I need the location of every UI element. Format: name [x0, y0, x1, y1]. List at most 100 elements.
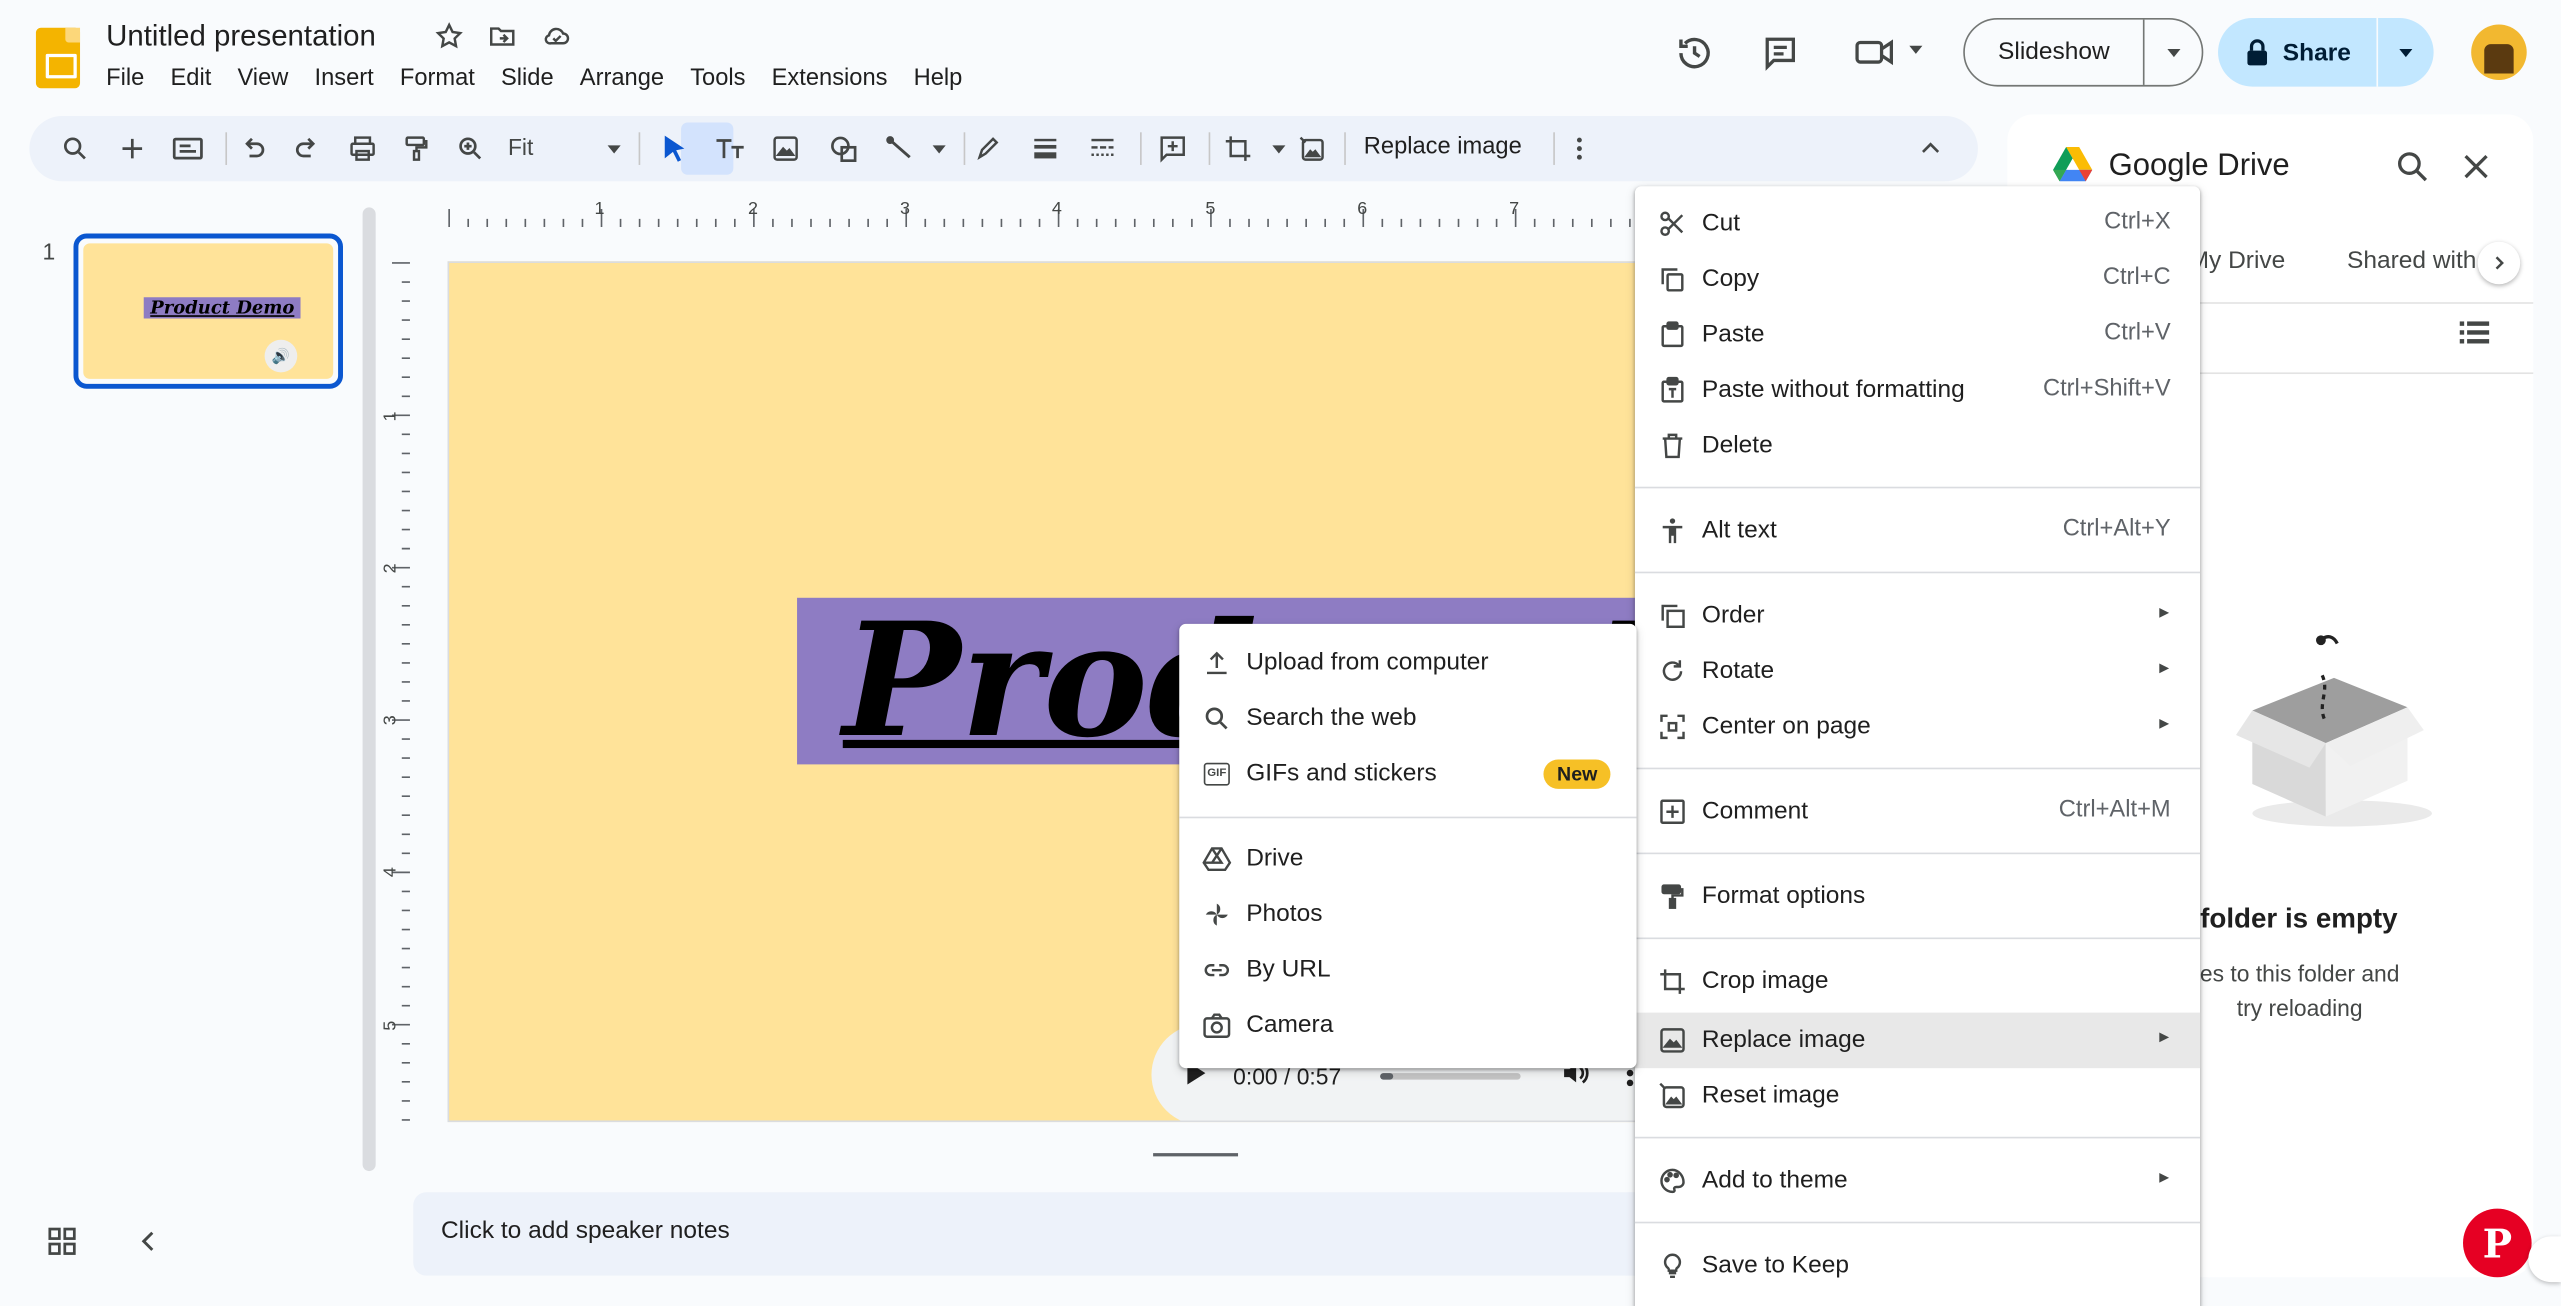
menu-item-copy[interactable]: Copy Ctrl+C	[1635, 252, 2200, 308]
menu-divider	[1634, 937, 2201, 940]
reset-image-icon[interactable]	[1292, 129, 1331, 168]
shape-icon[interactable]	[825, 129, 864, 168]
zoom-dropdown-icon[interactable]	[595, 129, 634, 168]
submenu-arrow-icon: ►	[2156, 1028, 2173, 1047]
upload-icon	[1202, 648, 1231, 677]
slideshow-button[interactable]: Slideshow	[1963, 17, 2204, 87]
redo-icon[interactable]	[287, 129, 326, 168]
undo-icon[interactable]	[234, 129, 273, 168]
slide-thumbnail[interactable]: Product Demo 🔊	[73, 233, 343, 389]
menu-view[interactable]: View	[237, 65, 288, 91]
notes-resize-handle[interactable]	[1153, 1153, 1239, 1157]
menu-item-comment[interactable]: Comment Ctrl+Alt+M	[1635, 784, 2200, 840]
tab-shared-with-me[interactable]: Shared with me	[2347, 247, 2481, 275]
menu-item-paste[interactable]: Paste Ctrl+V	[1635, 307, 2200, 363]
border-dash-icon[interactable]	[1083, 129, 1122, 168]
submenu-item-upload[interactable]: Upload from computer	[1179, 635, 1636, 691]
menu-item-paste-without-formatting[interactable]: Paste without formatting Ctrl+Shift+V	[1635, 363, 2200, 419]
grid-view-icon[interactable]	[46, 1225, 79, 1266]
menu-item-crop-image[interactable]: Crop image	[1635, 954, 2200, 1010]
replace-image-button[interactable]: Replace image	[1364, 134, 1522, 160]
text-box-icon[interactable]	[710, 129, 749, 168]
insert-image-icon[interactable]	[766, 129, 805, 168]
menu-file[interactable]: File	[106, 65, 144, 91]
search-icon[interactable]	[2394, 149, 2430, 193]
menu-item-format-options[interactable]: Format options	[1635, 869, 2200, 925]
meet-camera-icon[interactable]	[1854, 33, 1896, 72]
share-button[interactable]: Share	[2218, 17, 2434, 87]
search-menus-icon[interactable]	[56, 129, 95, 168]
comments-icon[interactable]	[1761, 33, 1800, 72]
submenu-item-label: Upload from computer	[1246, 648, 1489, 677]
submenu-item-camera[interactable]: Camera	[1179, 998, 1636, 1054]
meet-dropdown-icon[interactable]	[1906, 39, 1926, 59]
paint-format-icon[interactable]	[397, 129, 436, 168]
menu-item-reset-image[interactable]: Reset image	[1635, 1068, 2200, 1124]
tab-my-drive[interactable]: My Drive	[2189, 247, 2286, 275]
add-comment-icon[interactable]	[1153, 129, 1192, 168]
ruler-label: 2	[748, 199, 759, 219]
gif-icon: GIF	[1202, 759, 1231, 788]
select-cursor-icon[interactable]	[655, 129, 694, 168]
menu-item-add-to-theme[interactable]: Add to theme ►	[1635, 1153, 2200, 1209]
slides-logo[interactable]	[35, 27, 81, 89]
star-icon[interactable]	[434, 21, 463, 50]
menu-item-save-to-keep[interactable]: Save to Keep	[1635, 1238, 2200, 1294]
version-history-icon[interactable]	[1674, 33, 1715, 74]
share-dropdown-icon[interactable]	[2378, 42, 2434, 62]
hide-menus-chevron-icon[interactable]	[1911, 129, 1950, 168]
submenu-item-gifs-stickers[interactable]: GIF GIFs and stickers New	[1179, 746, 1636, 802]
speaker-notes[interactable]: Click to add speaker notes	[413, 1192, 1655, 1276]
share-label-wrap[interactable]: Share	[2218, 17, 2379, 87]
border-color-icon[interactable]	[969, 129, 1008, 168]
menu-slide[interactable]: Slide	[501, 65, 554, 91]
menu-item-alt-text[interactable]: Alt text Ctrl+Alt+Y	[1635, 503, 2200, 559]
menu-tools[interactable]: Tools	[690, 65, 745, 91]
account-avatar[interactable]	[2471, 24, 2527, 81]
ruler-label: 4	[1051, 199, 1062, 219]
line-dropdown-icon[interactable]	[920, 129, 959, 168]
menu-item-order[interactable]: Order ►	[1635, 588, 2200, 644]
document-title[interactable]: Untitled presentation	[106, 20, 376, 54]
crop-icon	[1658, 967, 1687, 996]
chevron-right-icon[interactable]	[2477, 241, 2521, 285]
filmstrip-scrollbar[interactable]	[362, 207, 376, 1172]
new-slide-icon[interactable]	[113, 129, 152, 168]
menu-edit[interactable]: Edit	[170, 65, 211, 91]
cloud-saved-icon[interactable]	[541, 21, 574, 50]
submenu-item-photos[interactable]: Photos	[1179, 887, 1636, 943]
layout-icon[interactable]	[168, 129, 207, 168]
print-icon[interactable]	[343, 129, 382, 168]
collapse-filmstrip-icon[interactable]	[134, 1225, 163, 1266]
menu-item-replace-image[interactable]: Replace image ►	[1634, 1012, 2201, 1069]
menu-item-cut[interactable]: Cut Ctrl+X	[1635, 196, 2200, 252]
audio-progress-bar[interactable]	[1380, 1073, 1521, 1080]
menu-item-delete[interactable]: Delete	[1635, 418, 2200, 474]
zoom-select[interactable]: Fit	[508, 134, 533, 160]
slideshow-dropdown-icon[interactable]	[2145, 42, 2202, 62]
menu-format[interactable]: Format	[400, 65, 475, 91]
menu-arrange[interactable]: Arrange	[580, 65, 664, 91]
list-view-icon[interactable]	[2456, 318, 2492, 356]
menu-item-center-on-page[interactable]: Center on page ►	[1635, 699, 2200, 755]
submenu-item-drive[interactable]: Drive	[1179, 831, 1636, 887]
menu-item-rotate[interactable]: Rotate ►	[1635, 644, 2200, 700]
zoom-icon[interactable]	[451, 129, 490, 168]
menu-insert[interactable]: Insert	[314, 65, 373, 91]
crop-icon[interactable]	[1218, 129, 1257, 168]
close-icon[interactable]	[2458, 149, 2494, 193]
line-icon[interactable]	[880, 129, 919, 168]
menu-extensions[interactable]: Extensions	[772, 65, 888, 91]
side-panel-expand-icon[interactable]	[2528, 1236, 2561, 1283]
border-weight-icon[interactable]	[1026, 129, 1065, 168]
submenu-item-by-url[interactable]: By URL	[1179, 942, 1636, 998]
pinterest-extension-icon[interactable]: P	[2463, 1208, 2532, 1278]
ruler-label: 2	[380, 563, 401, 574]
menu-item-label: Paste	[1701, 320, 1765, 348]
move-folder-icon[interactable]	[487, 21, 518, 50]
submenu-item-search-web[interactable]: Search the web	[1179, 691, 1636, 747]
slideshow-label[interactable]: Slideshow	[1965, 19, 2145, 85]
more-options-icon[interactable]	[1560, 129, 1599, 168]
submenu-arrow-icon: ►	[2156, 715, 2173, 734]
menu-help[interactable]: Help	[914, 65, 963, 91]
